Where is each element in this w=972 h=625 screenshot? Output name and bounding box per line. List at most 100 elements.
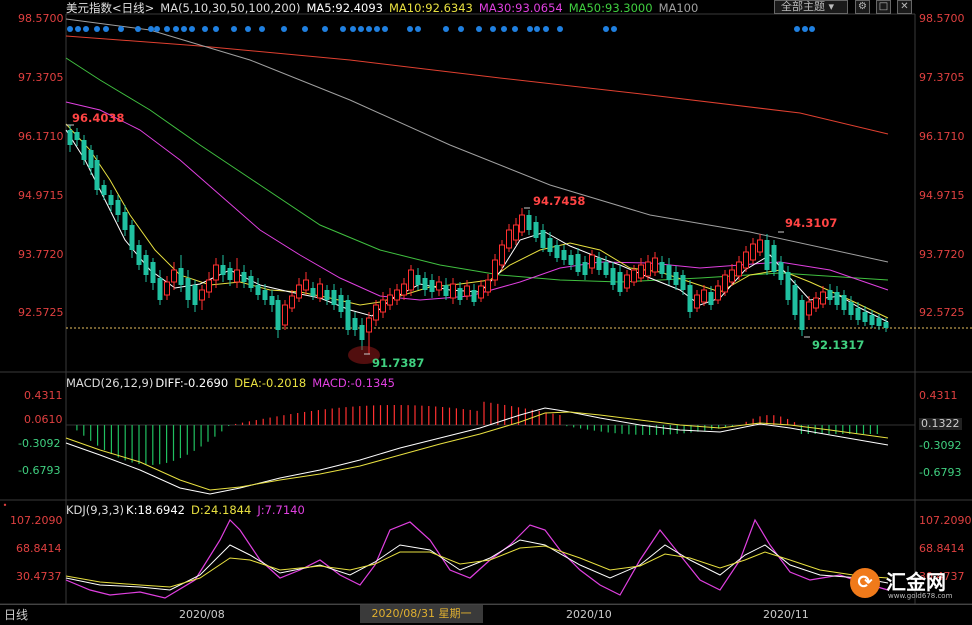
- candle-body: [88, 150, 94, 168]
- candle-body: [122, 212, 128, 230]
- kdj-d-line: [65, 545, 889, 588]
- candle-body: [792, 285, 798, 315]
- candle-body: [659, 262, 665, 274]
- event-marker-icon: [245, 26, 251, 32]
- candle-body: [303, 279, 309, 291]
- event-marker-icon: [189, 26, 195, 32]
- ma-params: MA(5,10,30,50,100,200): [160, 1, 301, 15]
- macd-value: MACD:-0.1345: [312, 376, 396, 390]
- kdj-panel: [65, 518, 889, 599]
- event-marker-icon: [231, 26, 237, 32]
- theme-select[interactable]: 全部主题 ▾: [774, 0, 848, 14]
- gold-logo-icon: ⟳: [850, 568, 880, 598]
- chart-canvas[interactable]: [0, 0, 972, 625]
- candle-body: [192, 285, 198, 305]
- event-marker-icon: [322, 26, 328, 32]
- dot-icon: •: [2, 501, 8, 510]
- candle-body: [750, 243, 756, 261]
- candle-body: [478, 285, 484, 299]
- watermark-name: 汇金网: [886, 570, 946, 594]
- candle-body: [785, 272, 791, 300]
- candle-body: [296, 284, 302, 299]
- event-marker-icon: [458, 26, 464, 32]
- macd-axis-right-0: 0.4311: [919, 389, 958, 402]
- kdj-header: KDJ(9,3,3) K:18.6942 D:24.1844 J:7.7140: [66, 503, 311, 517]
- price-axis-left-3: 94.9715: [18, 189, 64, 202]
- candle-body: [582, 262, 588, 275]
- event-marker-icon: [173, 26, 179, 32]
- candle-body: [764, 240, 770, 270]
- candle-body: [471, 290, 477, 302]
- grid-lines: [0, 13, 972, 625]
- candle-body: [101, 185, 107, 195]
- chevron-down-icon: ▾: [828, 0, 835, 13]
- event-marker-icon: [358, 26, 364, 32]
- candle-body: [185, 278, 191, 300]
- macd-axis-right-3: -0.6793: [919, 466, 962, 479]
- candle-body: [533, 222, 539, 238]
- chart-header: 美元指数<日线> MA(5,10,30,50,100,200) MA5:92.409…: [66, 1, 704, 15]
- macd-axis-left-0: 0.4311: [24, 389, 63, 402]
- kdj-axis-right-1: 68.8414: [919, 542, 965, 555]
- candle-body: [799, 300, 805, 330]
- candle-body: [848, 302, 854, 315]
- candle-body: [757, 239, 763, 253]
- event-marker-icon: [118, 26, 124, 32]
- event-marker-icon: [302, 26, 308, 32]
- time-label-oct: 2020/10: [566, 608, 612, 621]
- kdj-axis-left-1: 68.8414: [16, 542, 62, 555]
- event-marker-icon: [611, 26, 617, 32]
- candle-body: [492, 259, 498, 281]
- price-axis-right-0: 98.5700: [919, 12, 965, 25]
- candle-body: [841, 295, 847, 310]
- kdj-axis-left-2: 30.4737: [16, 570, 62, 583]
- candle-body: [380, 299, 386, 313]
- candle-body: [331, 290, 337, 305]
- ma30-line: [65, 101, 889, 301]
- theme-select-label: 全部主题: [781, 0, 825, 13]
- macd-dea: DEA:-0.2018: [234, 376, 307, 390]
- price-axis-right-5: 92.5725: [919, 306, 965, 319]
- candle-body: [275, 300, 281, 330]
- candle-body: [241, 272, 247, 282]
- instrument-title[interactable]: 美元指数<日线>: [66, 1, 154, 15]
- candle-body: [778, 262, 784, 280]
- kdj-j: J:7.7140: [257, 503, 305, 517]
- event-marker-icon: [603, 26, 609, 32]
- kdj-j-line: [65, 518, 889, 599]
- moving-average-lines: [65, 18, 889, 323]
- candle-body: [359, 325, 365, 340]
- candle-body: [338, 295, 344, 312]
- macd-axis-left-2: -0.3092: [18, 437, 61, 450]
- settings-icon[interactable]: ⚙: [855, 0, 870, 14]
- candle-body: [436, 281, 442, 291]
- ma50-value: MA50:93.3000: [568, 1, 653, 15]
- event-marker-icon: [802, 26, 808, 32]
- candle-body: [596, 258, 602, 270]
- annotation-high-1: 96.4038: [72, 111, 125, 125]
- kdj-label: KDJ(9,3,3): [66, 503, 125, 517]
- candle-body: [74, 132, 80, 140]
- kdj-k: K:18.6942: [126, 503, 186, 517]
- event-marker-icon: [75, 26, 81, 32]
- candle-body: [743, 251, 749, 269]
- cursor-date-label: 2020/08/31 星期一: [360, 605, 483, 623]
- candle-body: [401, 283, 407, 296]
- candle-body: [575, 254, 581, 272]
- event-marker-icon: [366, 26, 372, 32]
- event-marker-icon: [501, 26, 507, 32]
- candle-body: [624, 274, 630, 289]
- ma10-value: MA10:92.6343: [388, 1, 473, 15]
- event-marker-icon: [94, 26, 100, 32]
- macd-header: MACD(26,12,9) DIFF:-0.2690 DEA:-0.2018 MACD…: [66, 376, 401, 390]
- maximize-icon[interactable]: □: [876, 0, 891, 14]
- close-icon[interactable]: ✕: [897, 0, 912, 14]
- event-marker-icon: [202, 26, 208, 32]
- candle-body: [164, 281, 170, 296]
- candle-body: [199, 289, 205, 301]
- price-axis-left-4: 93.7720: [18, 248, 64, 261]
- event-marker-icon: [407, 26, 413, 32]
- candle-body: [638, 264, 644, 279]
- candle-body: [67, 130, 73, 145]
- timeframe-button[interactable]: 日线: [4, 606, 28, 623]
